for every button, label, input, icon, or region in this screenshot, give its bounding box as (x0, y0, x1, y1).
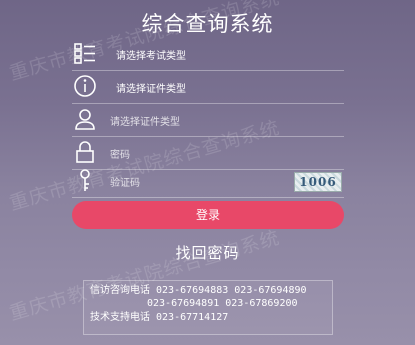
contact-info-box: 信访咨询电话 023-67694883 023-67694890 023-676… (83, 280, 333, 335)
captcha-image[interactable]: 1006 (294, 172, 342, 192)
list-icon (72, 40, 98, 66)
contact-line-1: 信访咨询电话 023-67694883 023-67694890 (90, 285, 307, 296)
captcha-input[interactable]: 验证码 1006 (72, 165, 344, 198)
id-type-label: 请选择证件类型 (116, 84, 186, 95)
key-icon (72, 167, 98, 193)
info-icon (72, 73, 98, 99)
forgot-password-link[interactable]: 找回密码 (0, 242, 415, 263)
contact-line-2: 023-67694891 023-67869200 (147, 298, 298, 309)
captcha-placeholder: 验证码 (110, 178, 140, 189)
id-type-select[interactable]: 请选择证件类型 (72, 71, 344, 104)
id-number-input[interactable]: 请选择证件类型 (72, 104, 344, 137)
password-placeholder: 密码 (110, 150, 130, 161)
exam-type-select[interactable]: 请选择考试类型 (72, 38, 344, 71)
login-button[interactable]: 登录 (72, 201, 344, 229)
contact-line-3: 技术支持电话 023-67714127 (90, 312, 229, 323)
page-title: 综合查询系统 (141, 12, 274, 36)
exam-type-label: 请选择考试类型 (116, 51, 186, 62)
lock-icon (72, 139, 98, 165)
id-number-placeholder: 请选择证件类型 (110, 117, 180, 128)
user-icon (72, 106, 98, 132)
